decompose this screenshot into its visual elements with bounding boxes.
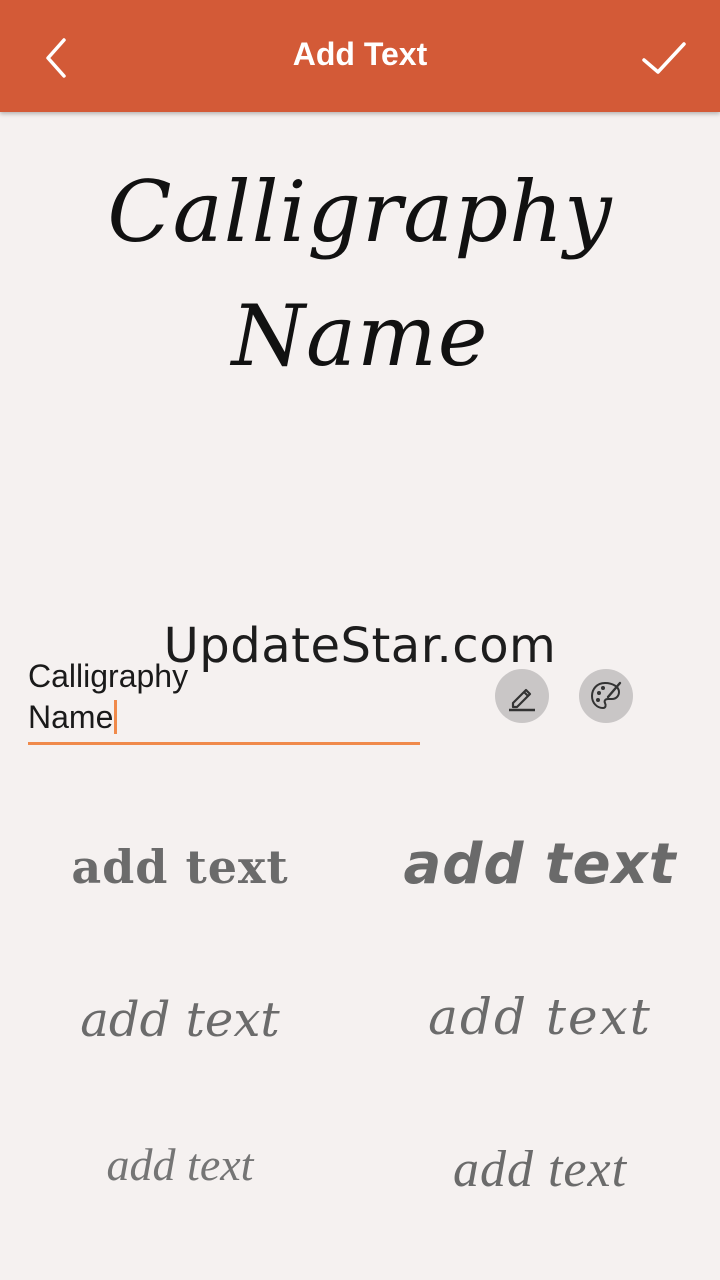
palette-icon [590, 681, 622, 710]
font-sample-italic-script[interactable]: add text [360, 1140, 720, 1199]
done-button[interactable] [636, 30, 692, 86]
preview-line-2: Name [231, 287, 489, 385]
pencil-icon [509, 688, 535, 712]
text-preview[interactable]: Calligraphy Name [40, 150, 680, 398]
font-sample-bold-script[interactable]: add text [360, 832, 720, 897]
app-bar: Add Text [0, 0, 720, 112]
color-palette-button[interactable] [579, 669, 633, 723]
page-title: Add Text [292, 36, 428, 72]
font-sample-handwritten[interactable]: add text [0, 1138, 360, 1191]
text-caret [114, 700, 118, 734]
edit-button[interactable] [495, 669, 549, 723]
checkmark-icon [642, 42, 686, 74]
text-input-value: Calligraphy Name [28, 658, 189, 735]
font-sample-blackletter[interactable]: add text [0, 840, 360, 894]
text-input[interactable]: Calligraphy Name [28, 656, 420, 748]
preview-line-1: Calligraphy [107, 163, 613, 261]
font-sample-script[interactable]: add text [0, 992, 360, 1048]
font-sample-gothic-script[interactable]: add text [360, 988, 720, 1046]
input-underline [28, 742, 420, 745]
